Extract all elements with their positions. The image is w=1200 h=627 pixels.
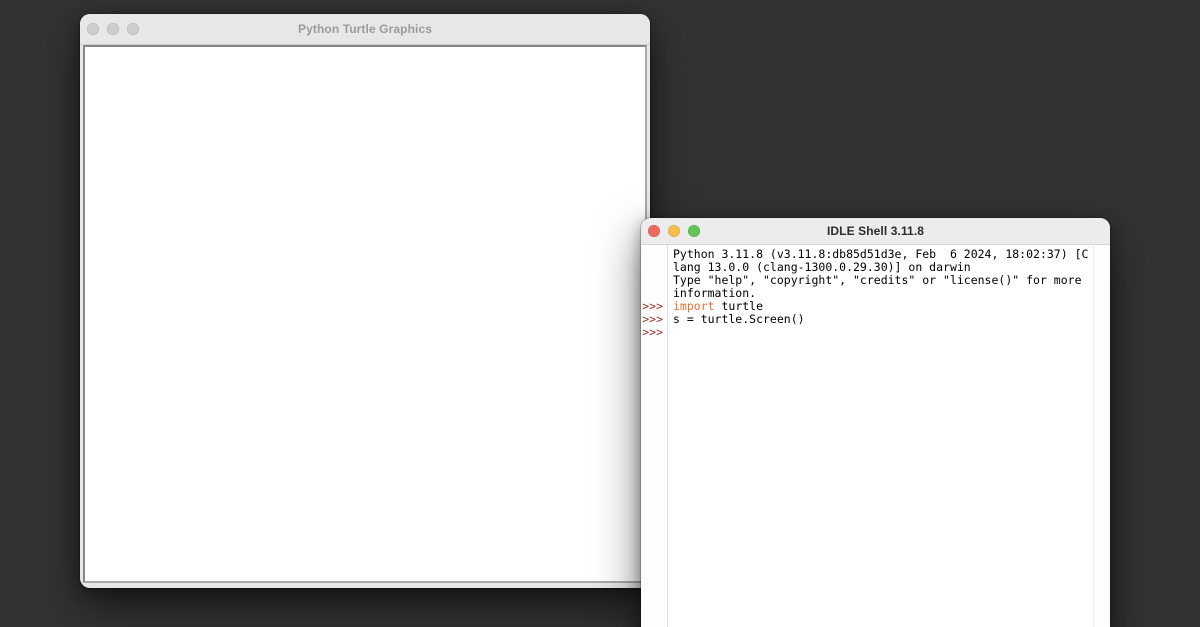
turtle-graphics-window: Python Turtle Graphics — [80, 14, 650, 588]
shell-line — [673, 326, 1092, 339]
scrollbar-track[interactable] — [1093, 245, 1110, 627]
shell-line: s = turtle.Screen() — [673, 313, 1092, 326]
close-button[interactable] — [87, 23, 99, 35]
prompt-label — [641, 248, 667, 261]
prompt-label — [641, 261, 667, 274]
code-text: turtle — [715, 299, 763, 313]
prompt-label: >>> — [641, 326, 667, 339]
close-button[interactable] — [648, 225, 660, 237]
idle-traffic-lights — [648, 225, 700, 237]
idle-window-title: IDLE Shell 3.11.8 — [827, 224, 924, 238]
shell-text-area[interactable]: >>>>>>>>> Python 3.11.8 (v3.11.8:db85d51… — [641, 245, 1110, 627]
minimize-button[interactable] — [668, 225, 680, 237]
zoom-button[interactable] — [127, 23, 139, 35]
turtle-traffic-lights — [87, 23, 139, 35]
keyword-token: import — [673, 299, 715, 313]
turtle-window-body — [83, 45, 647, 583]
code-text: information. — [673, 286, 756, 300]
idle-shell-window: IDLE Shell 3.11.8 >>>>>>>>> Python 3.11.… — [641, 218, 1110, 627]
turtle-canvas[interactable] — [83, 45, 647, 583]
zoom-button[interactable] — [688, 225, 700, 237]
shell-lines: Python 3.11.8 (v3.11.8:db85d51d3e, Feb 6… — [673, 248, 1092, 339]
idle-titlebar[interactable]: IDLE Shell 3.11.8 — [641, 218, 1110, 245]
desktop-background: Python Turtle Graphics IDLE Shell 3.11.8… — [0, 0, 1200, 627]
code-text: s = turtle.Screen() — [673, 312, 805, 326]
prompt-label — [641, 274, 667, 287]
turtle-titlebar[interactable]: Python Turtle Graphics — [80, 14, 650, 45]
code-text: Python 3.11.8 (v3.11.8:db85d51d3e, Feb 6… — [673, 247, 1088, 261]
minimize-button[interactable] — [107, 23, 119, 35]
turtle-window-title: Python Turtle Graphics — [298, 22, 432, 36]
code-text: lang 13.0.0 (clang-1300.0.29.30)] on dar… — [673, 260, 971, 274]
prompt-gutter: >>>>>>>>> — [641, 245, 668, 627]
code-text: Type "help", "copyright", "credits" or "… — [673, 273, 1082, 287]
